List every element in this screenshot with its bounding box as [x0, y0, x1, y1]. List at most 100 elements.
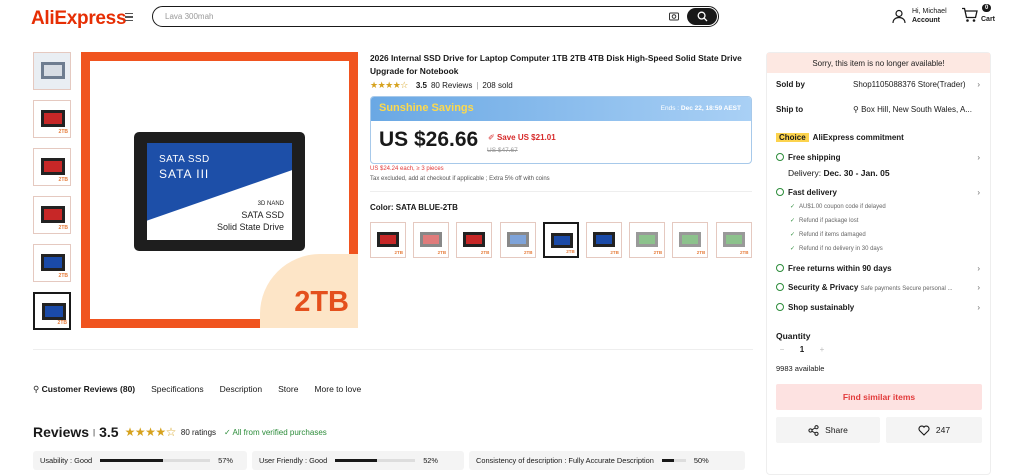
clock-icon	[776, 188, 784, 196]
thumbnail-tag: 2TB	[58, 273, 68, 279]
menu-icon[interactable]	[125, 13, 133, 22]
save-amount: ✐ Save US $21.01	[488, 133, 556, 142]
camera-search-icon[interactable]	[668, 10, 680, 22]
free-returns-row[interactable]: Free returns within 90 days ›	[776, 264, 982, 273]
swatch-green-3[interactable]: 2TB	[715, 222, 752, 258]
promo-ends-date: Dec 22, 18:59 AEST	[680, 105, 741, 112]
verified-text: All from verified purchases	[232, 427, 327, 437]
ship-to-label: Ship to	[776, 105, 804, 114]
swatch-red-1[interactable]: 2TB	[370, 222, 406, 258]
quantity-decrease-button[interactable]: −	[776, 345, 788, 354]
share-icon	[808, 424, 819, 436]
metric-label: User Friendly : Good	[259, 456, 328, 465]
delivery-row: Delivery: Dec. 30 - Jan. 05	[788, 168, 994, 178]
aliexpress-logo[interactable]: AliExpress	[31, 8, 127, 30]
swatch-blue-1[interactable]: 2TB	[499, 222, 536, 258]
security-row[interactable]: Security & Privacy Safe payments Secure …	[776, 283, 982, 292]
reviews-heading: Reviews	[33, 424, 90, 440]
tag-icon: ✐	[488, 133, 497, 142]
choice-commitment: Choice AliExpress commitment	[776, 133, 982, 142]
product-tabs: ⚲ Customer Reviews (80) Specifications D…	[33, 384, 377, 395]
swatch-red-2[interactable]: 2TB	[413, 222, 450, 258]
account-menu[interactable]: Hi, Michael Account	[892, 7, 947, 25]
wishlist-button[interactable]: 247	[886, 417, 982, 443]
tab-more-to-love[interactable]: More to love	[314, 384, 361, 395]
swatch-tag: 2TB	[739, 250, 749, 255]
leaf-icon	[776, 303, 784, 311]
share-button[interactable]: Share	[776, 417, 880, 443]
promo-name: Sunshine Savings	[379, 102, 474, 114]
thumbnail-1[interactable]	[33, 52, 71, 90]
reviews-summary: Reviews | 3.5 ★★★★☆ 80 ratings ✓ All fro…	[33, 424, 327, 440]
swatch-tag: 2TB	[480, 250, 490, 255]
reviews-link[interactable]: 80 Reviews	[431, 81, 472, 90]
color-swatches: 2TB 2TB 2TB 2TB 2TB 2TB 2TB 2TB 2TB	[370, 222, 759, 258]
ship-to-row[interactable]: Ship to ⚲ Box Hill, New South Wales, A..…	[776, 105, 982, 114]
cart-button[interactable]: 0 Cart	[961, 4, 995, 28]
metric-user-friendly: User Friendly : Good 52%	[252, 451, 464, 470]
cart-count-badge: 0	[982, 4, 992, 12]
delivery-label: Delivery:	[788, 168, 822, 178]
free-shipping-row[interactable]: Free shipping ›	[776, 153, 982, 162]
reviews-score: 3.5	[99, 424, 119, 440]
swatch-red-3[interactable]: 2TB	[456, 222, 493, 258]
check-icon: ✓	[224, 427, 233, 437]
tab-customer-reviews[interactable]: ⚲ Customer Reviews (80)	[33, 384, 135, 395]
location-pin-icon: ⚲	[33, 384, 42, 394]
thumbnail-3[interactable]: 2TB	[33, 148, 71, 186]
ssd-illustration: SATA SSD SATA III 3D NAND SATA SSD Solid…	[134, 132, 305, 251]
search-input[interactable]	[165, 9, 645, 24]
find-similar-button[interactable]: Find similar items	[776, 384, 982, 410]
thumbnail-image	[41, 158, 65, 175]
fast-delivery-row[interactable]: Fast delivery ›	[776, 188, 982, 197]
chevron-right-icon: ›	[977, 153, 980, 162]
free-returns-label: Free returns within 90 days	[788, 264, 892, 273]
thumbnail-tag: 2TB	[58, 225, 68, 231]
thumbnail-5[interactable]: 2TB	[33, 244, 71, 282]
swatch-blue-selected[interactable]: 2TB	[542, 222, 579, 258]
security-label: Security & Privacy	[788, 283, 859, 292]
user-icon	[892, 9, 906, 23]
sustainably-row[interactable]: Shop sustainably ›	[776, 303, 982, 312]
promo-ends-label: Ends :	[660, 105, 680, 112]
metric-bar	[100, 459, 211, 462]
security-sub: Safe payments Secure personal ...	[860, 286, 953, 292]
account-greeting: Hi, Michael	[912, 8, 947, 15]
quantity-value[interactable]: 1	[788, 345, 816, 354]
thumbnail-image	[41, 110, 65, 127]
chevron-right-icon: ›	[977, 303, 980, 312]
thumbnail-image	[41, 206, 65, 223]
location-pin-icon: ⚲	[853, 105, 862, 114]
thumbnail-tag: 2TB	[57, 320, 67, 326]
thumbnail-2[interactable]: 2TB	[33, 100, 71, 138]
fast-item: ✓ Refund if items damaged	[790, 232, 866, 238]
quantity-increase-button[interactable]: +	[816, 345, 828, 354]
swatch-green-1[interactable]: 2TB	[629, 222, 666, 258]
chevron-right-icon: ›	[977, 80, 980, 89]
swatch-green-2[interactable]: 2TB	[672, 222, 709, 258]
save-text: Save US $21.01	[496, 133, 556, 142]
swatch-tag: 2TB	[653, 250, 663, 255]
swatch-tag: 2TB	[610, 250, 619, 255]
tab-description[interactable]: Description	[220, 384, 263, 395]
search-bar	[152, 6, 719, 27]
metric-consistency: Consistency of description : Fully Accur…	[469, 451, 745, 470]
rating-summary: ★★★★☆ 3.5 80 Reviews | 208 sold	[370, 80, 513, 91]
commitment-text: AliExpress commitment	[812, 133, 904, 142]
main-product-image[interactable]: SATA SSD SATA III 3D NAND SATA SSD Solid…	[81, 52, 358, 328]
top-header: AliExpress Hi, Michael Account 0 Cart	[0, 0, 1024, 44]
metric-bar-fill	[661, 459, 674, 462]
rating-value: 3.5	[415, 81, 427, 90]
swatch-tag: 2TB	[696, 250, 706, 255]
heart-icon	[918, 425, 930, 436]
tab-store[interactable]: Store	[278, 384, 298, 395]
thumbnail-image	[41, 62, 65, 79]
tab-specifications[interactable]: Specifications	[151, 384, 203, 395]
search-button[interactable]	[687, 8, 717, 25]
sold-by-row[interactable]: Sold by Shop1105088376 Store(Trader) ›	[776, 80, 982, 89]
swatch-blue-2[interactable]: 2TB	[585, 222, 622, 258]
thumbnail-6[interactable]: 2TB	[33, 292, 71, 330]
thumbnail-list: 2TB 2TB 2TB 2TB 2TB	[33, 52, 71, 340]
bulk-price: US $24.24 each, ≥ 3 pieces	[370, 166, 444, 172]
thumbnail-4[interactable]: 2TB	[33, 196, 71, 234]
